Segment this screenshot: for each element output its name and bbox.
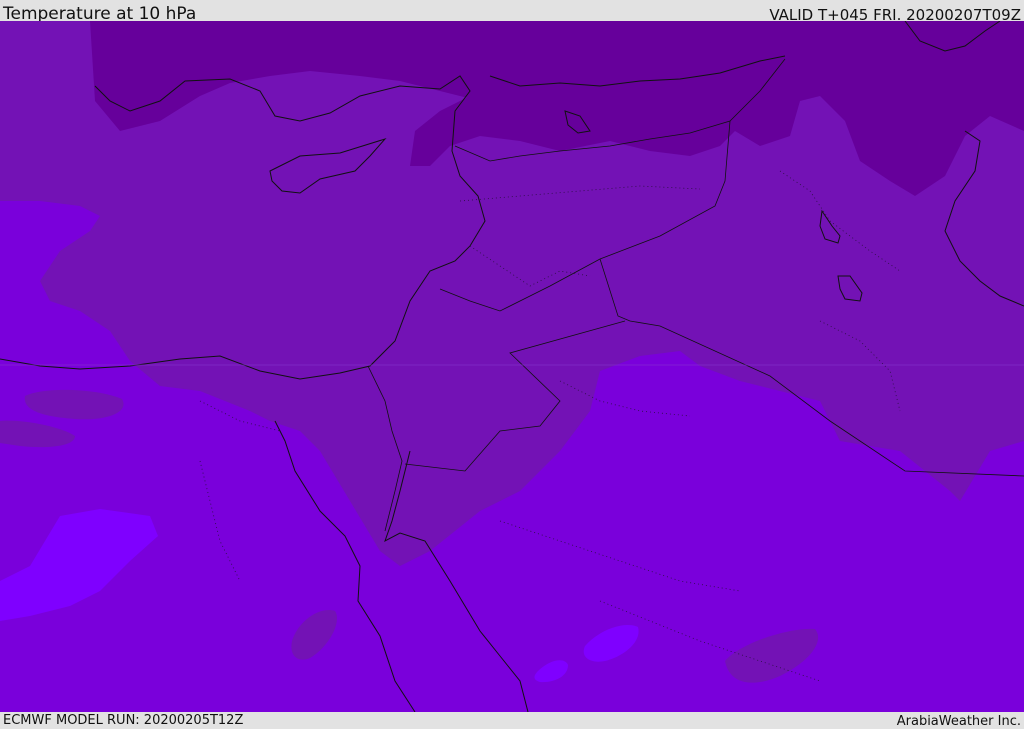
temperature-map xyxy=(0,21,1024,712)
model-run-label: ECMWF MODEL RUN: 20200205T12Z xyxy=(3,713,244,728)
map-canvas xyxy=(0,21,1024,712)
header-bar: Temperature at 10 hPa VALID T+045 FRI. 2… xyxy=(0,0,1024,24)
credit-label: ArabiaWeather Inc. xyxy=(896,714,1021,729)
footer-bar: ECMWF MODEL RUN: 20200205T12Z ArabiaWeat… xyxy=(0,712,1024,729)
weather-map-page: Temperature at 10 hPa VALID T+045 FRI. 2… xyxy=(0,0,1024,729)
